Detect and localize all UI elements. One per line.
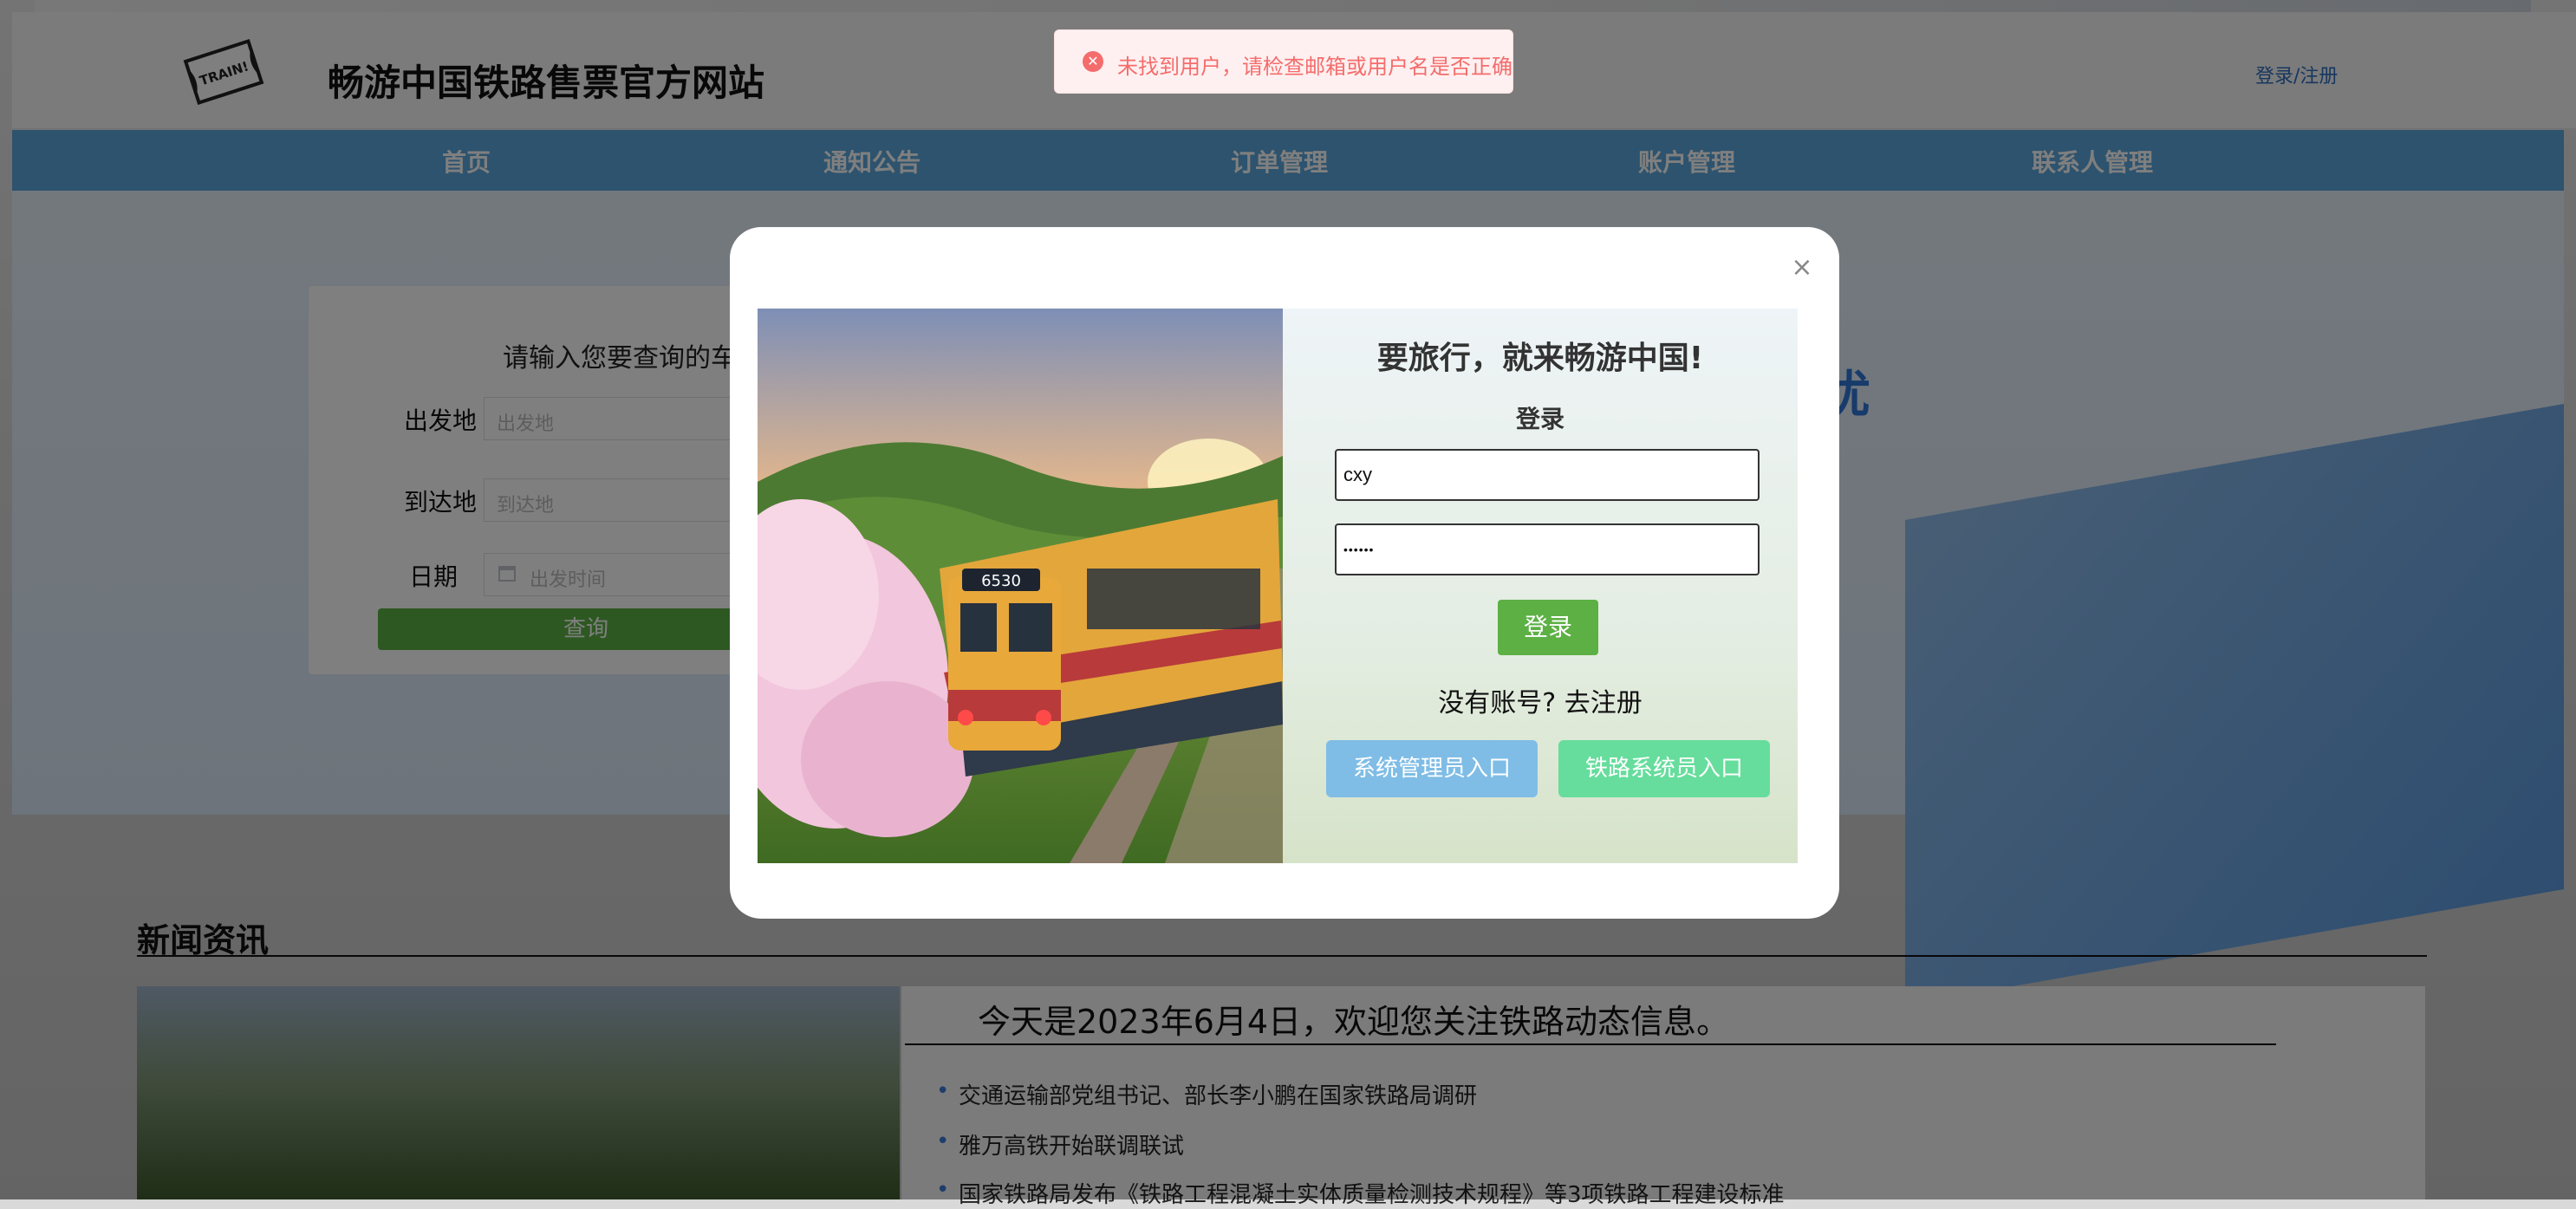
username-input[interactable]: cxy [1335,449,1760,501]
login-slogan: 要旅行，就来畅游中国! [1376,341,1704,376]
train-number-display: 6530 [981,572,1021,590]
login-title: 登录 [1515,405,1564,433]
password-input[interactable]: •••••• [1335,523,1760,575]
register-link[interactable]: 没有账号? 去注册 [1283,681,1798,719]
train-illustration: 6530 [758,309,1283,863]
close-icon[interactable]: × [1789,255,1815,281]
toast-message: 未找到用户，请检查邮箱或用户名是否正确 [1117,55,1512,79]
system-admin-entry-button[interactable]: 系统管理员入口 [1326,740,1538,797]
login-button[interactable]: 登录 [1498,600,1598,655]
error-circle-icon: ✕ [1083,51,1103,72]
railway-staff-entry-button[interactable]: 铁路系统员入口 [1558,740,1770,797]
error-toast: ✕ 未找到用户，请检查邮箱或用户名是否正确 [1054,29,1513,94]
